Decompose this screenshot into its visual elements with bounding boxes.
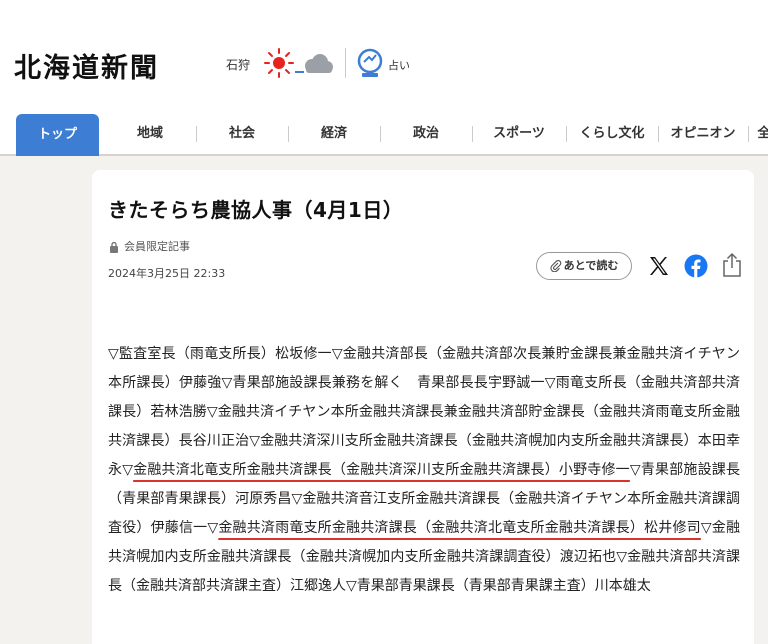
article-title: きたそらち農協人事（4月1日） xyxy=(108,198,404,222)
read-later-label: あとで読む xyxy=(563,259,619,272)
site-header: 北海道新聞 石狩 占い xyxy=(0,0,768,112)
weather-region[interactable]: 石狩 xyxy=(226,56,250,73)
read-later-button[interactable]: あとで読む xyxy=(536,252,632,280)
tab-life-culture[interactable]: くらし文化 xyxy=(576,122,648,146)
tab-sports[interactable]: スポーツ xyxy=(488,122,550,146)
publish-date: 2024年3月25日 22:33 xyxy=(108,267,226,280)
cloud-icon xyxy=(305,54,333,73)
nav-divider xyxy=(380,126,381,142)
article-card: きたそらち農協人事（4月1日） 会員限定記事 2024年3月25日 22:33 … xyxy=(92,170,754,644)
tab-economy[interactable]: 経済 xyxy=(314,122,354,146)
share-icon[interactable] xyxy=(720,252,744,278)
header-divider xyxy=(345,48,346,78)
tab-all[interactable]: 全 xyxy=(756,122,768,146)
facebook-share-icon[interactable] xyxy=(684,254,708,278)
nav-divider xyxy=(288,126,289,142)
nav-divider xyxy=(566,126,567,142)
weather-widget[interactable] xyxy=(262,46,336,80)
fortune-label[interactable]: 占い xyxy=(388,57,410,73)
sun-icon xyxy=(264,48,294,78)
highlighted-text: 金融共済雨竜支所金融共済課長（金融共済北竜支所金融共済課長）松井修司 xyxy=(218,520,701,536)
tab-local[interactable]: 地域 xyxy=(130,122,170,146)
nav-divider xyxy=(748,126,749,142)
member-only-badge: 会員限定記事 xyxy=(108,238,190,254)
nav-divider xyxy=(472,126,473,142)
body-text-segment: ▽監査室長（雨竜支所長）松坂修一▽金融共済部長（金融共済部次長兼貯金課長兼金融共… xyxy=(108,346,740,478)
member-label: 会員限定記事 xyxy=(124,240,190,253)
tab-top[interactable]: トップ xyxy=(16,114,99,156)
highlighted-text: 金融共済北竜支所金融共済課長（金融共済深川支所金融共済課長）小野寺修一 xyxy=(133,462,630,478)
nav-divider xyxy=(658,126,659,142)
site-logo[interactable]: 北海道新聞 xyxy=(14,46,159,85)
main-nav: トップ 地域 社会 経済 政治 スポーツ くらし文化 オピニオン 全 xyxy=(0,112,768,156)
clip-icon xyxy=(550,260,561,273)
article-body: ▽監査室長（雨竜支所長）松坂修一▽金融共済部長（金融共済部次長兼貯金課長兼金融共… xyxy=(108,340,740,601)
x-share-icon[interactable] xyxy=(647,254,671,278)
nav-divider xyxy=(196,126,197,142)
tab-society[interactable]: 社会 xyxy=(222,122,262,146)
lock-icon xyxy=(110,241,118,253)
tab-politics[interactable]: 政治 xyxy=(406,122,446,146)
tab-opinion[interactable]: オピニオン xyxy=(668,122,738,146)
